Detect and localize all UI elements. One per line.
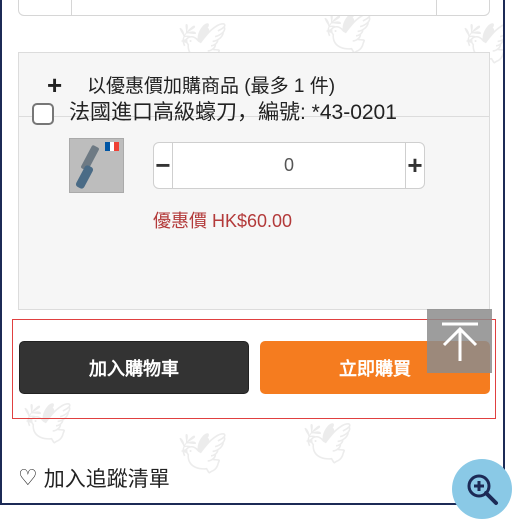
add-to-cart-button[interactable]: 加入購物車 bbox=[19, 341, 249, 394]
plus-icon: + bbox=[407, 150, 423, 180]
addon-title: 以優惠價加購商品 (最多 1 件) bbox=[87, 76, 336, 97]
product-thumbnail[interactable] bbox=[69, 138, 124, 193]
quantity-decrease-button[interactable]: − bbox=[154, 143, 173, 188]
add-to-wishlist-link[interactable]: ♡ 加入追蹤清單 bbox=[18, 463, 170, 493]
addon-item-checkbox[interactable] bbox=[32, 103, 54, 125]
quantity-increase-button[interactable]: + bbox=[405, 143, 424, 188]
france-flag-icon bbox=[105, 142, 120, 151]
plus-icon[interactable]: + bbox=[47, 72, 73, 98]
zoom-button[interactable] bbox=[452, 459, 512, 519]
addon-item-name: 法國進口高級蠔刀，編號: *43-0201 bbox=[69, 101, 397, 124]
minus-icon: − bbox=[155, 150, 171, 180]
back-to-top-button[interactable] bbox=[427, 309, 492, 373]
promo-price: 優惠價 HK$60.00 bbox=[153, 211, 293, 231]
bird-watermark-icon: 🕊 bbox=[302, 422, 353, 466]
previous-field[interactable] bbox=[18, 0, 490, 16]
quantity-input[interactable] bbox=[173, 143, 405, 188]
product-purchase-section: 🕊 🕊 🕊 🕊 🕊 🕊 + 以優惠價加購商品 (最多 1 件) 法國進口高級蠔刀… bbox=[0, 0, 505, 505]
bird-watermark-icon: 🕊 bbox=[322, 12, 373, 56]
arrow-up-icon bbox=[441, 322, 478, 361]
bird-watermark-icon: 🕊 bbox=[177, 432, 228, 476]
zoom-in-icon bbox=[467, 474, 498, 505]
quantity-stepper: − + bbox=[153, 142, 425, 189]
heart-icon: ♡ bbox=[18, 465, 38, 490]
wishlist-label: 加入追蹤清單 bbox=[43, 468, 170, 491]
